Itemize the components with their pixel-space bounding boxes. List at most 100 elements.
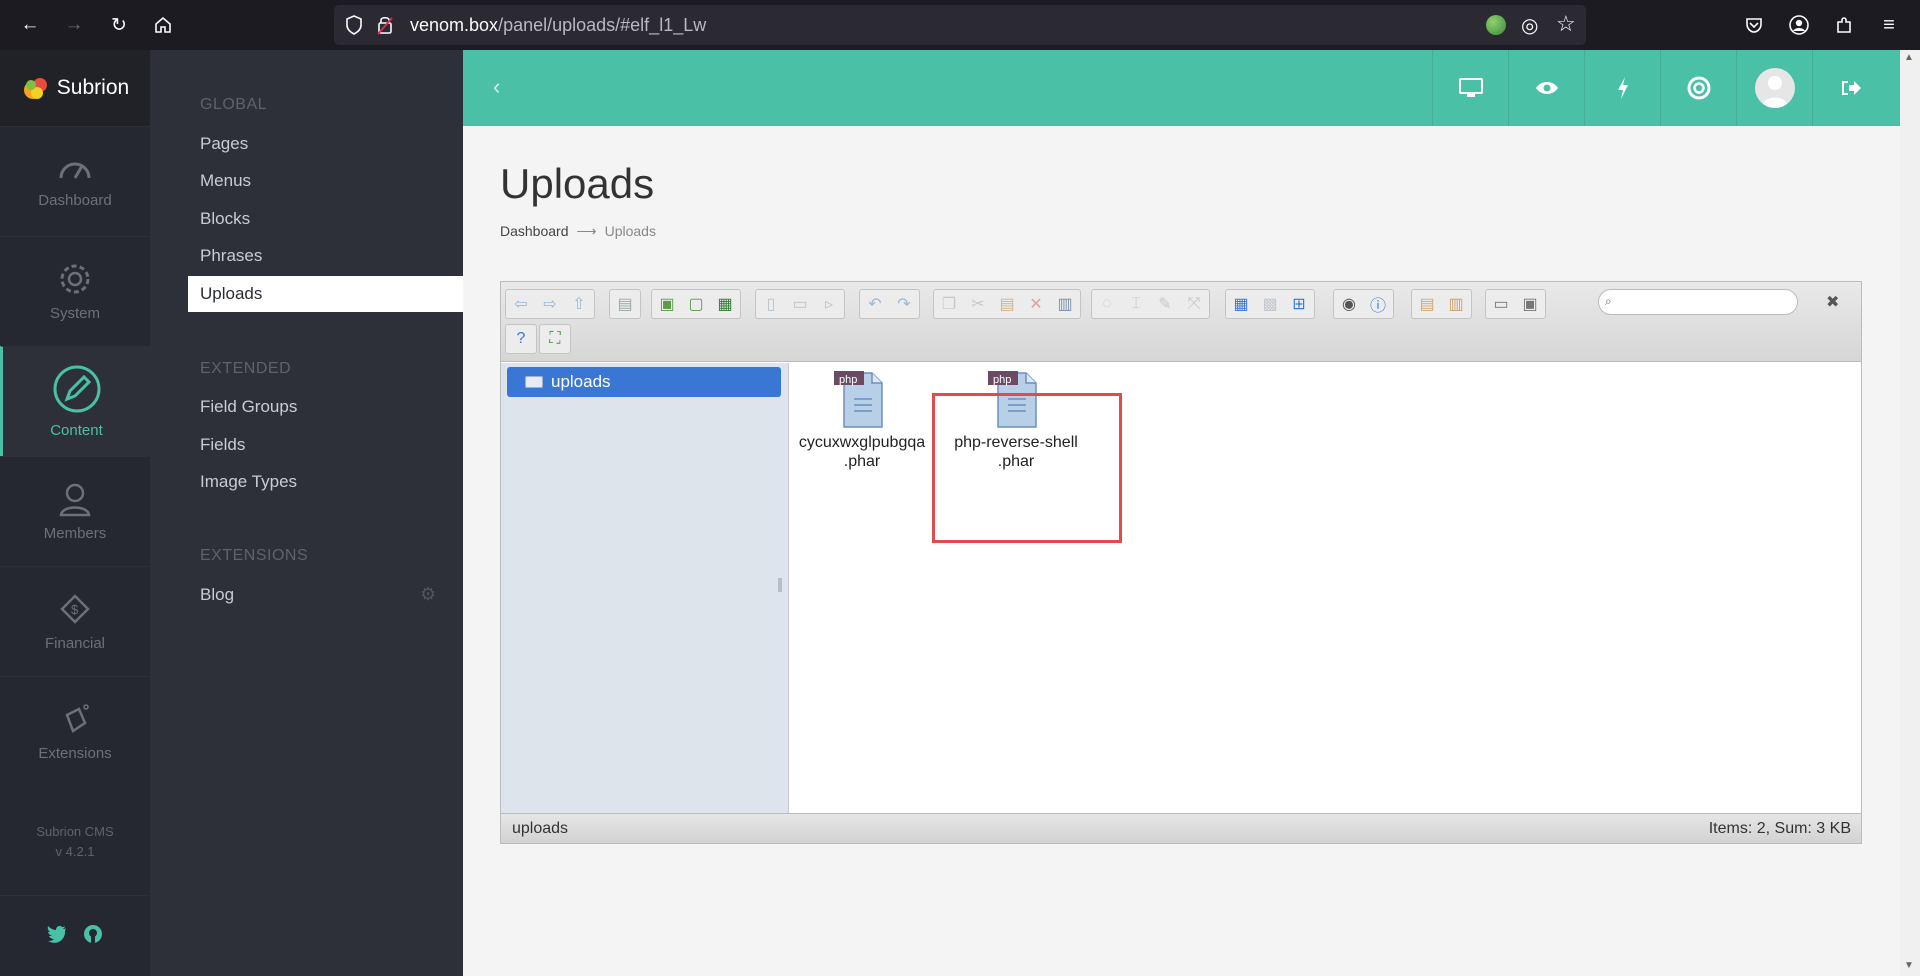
submenu-item-pages[interactable]: Pages [200, 134, 248, 154]
fm-copy-icon[interactable]: ❐ [936, 291, 962, 317]
submenu-item-field-groups[interactable]: Field Groups [200, 397, 297, 417]
tree-folder-uploads[interactable]: uploads [507, 367, 781, 397]
extensions-puzzle-icon[interactable] [1832, 13, 1856, 37]
fm-netmount-icon[interactable]: ▣ [1517, 291, 1543, 317]
fm-resize-icon[interactable]: ⤧ [1181, 291, 1207, 317]
rail-label: Extensions [38, 745, 112, 762]
reload-icon[interactable]: ↻ [106, 12, 132, 38]
search-icon: ⌕ [1605, 294, 1612, 308]
fm-upload-icon[interactable]: ▦ [712, 291, 738, 317]
url-host: venom.box [410, 15, 499, 35]
fm-help-icon[interactable]: ? [508, 326, 534, 352]
fm-open-icon[interactable]: ▯ [758, 291, 784, 317]
url-text: venom.box/panel/uploads/#elf_l1_Lw [410, 15, 706, 36]
account-icon[interactable] [1787, 13, 1811, 37]
tree-resize-handle[interactable] [778, 578, 782, 592]
twitter-icon[interactable] [47, 925, 67, 948]
fm-icons-view-icon[interactable]: ▦ [1228, 291, 1254, 317]
globe-extension-icon[interactable] [1486, 15, 1506, 35]
fm-undo-icon[interactable]: ↶ [862, 291, 888, 317]
php-file-icon: php [832, 369, 892, 429]
fm-extract-icon[interactable]: ▥ [1443, 291, 1469, 317]
fm-delete-icon[interactable]: ✕ [1023, 291, 1049, 317]
forward-icon[interactable]: → [61, 12, 87, 38]
submenu-item-menus[interactable]: Menus [200, 171, 251, 191]
toolbar-group-undo: ↶ ↷ [859, 289, 920, 319]
toolbar-group-tools: ◌ ⌶ ✎ ⤧ [1091, 289, 1210, 319]
rail-item-financial[interactable]: $ Financial [0, 566, 150, 676]
blog-settings-gear-icon[interactable]: ⚙ [420, 584, 436, 605]
pocket-icon[interactable] [1742, 13, 1766, 37]
rail-item-members[interactable]: Members [0, 456, 150, 566]
brand-logo[interactable]: Subrion [0, 50, 150, 126]
fingerprint-icon[interactable]: ◎ [1521, 13, 1538, 38]
fm-download-icon[interactable]: ▭ [787, 291, 813, 317]
fm-back-icon[interactable]: ⇦ [508, 291, 534, 317]
page-scrollbar[interactable]: ▲ ▼ [1900, 50, 1920, 976]
file-name: cycuxwxglpubgqa [798, 434, 926, 451]
fm-fullscreen-icon[interactable]: ⛶ [542, 326, 568, 352]
scroll-up-icon[interactable]: ▲ [1904, 52, 1914, 63]
desktop-icon[interactable] [1432, 50, 1508, 126]
fm-duplicate-icon[interactable]: ◌ [1094, 291, 1120, 317]
fm-getfile-icon[interactable]: ▹ [816, 291, 842, 317]
cms-version-info: Subrion CMS v 4.2.1 [0, 822, 150, 862]
fm-rename-icon[interactable]: ⌶ [1123, 291, 1149, 317]
back-icon[interactable]: ← [17, 12, 43, 38]
browser-toolbar: ← → ↻ venom.box/panel/uploads/#elf_l1_Lw… [0, 0, 1920, 50]
status-summary: Items: 2, Sum: 3 KB [1708, 820, 1851, 837]
fm-forward-icon[interactable]: ⇨ [537, 291, 563, 317]
toolbar-group-archive: ▤ ▥ [1411, 289, 1472, 319]
fm-mkdir-icon[interactable]: ▣ [654, 291, 680, 317]
fm-cut-icon[interactable]: ✂ [965, 291, 991, 317]
lock-insecure-icon[interactable] [376, 14, 394, 41]
fm-reload-icon[interactable]: ▤ [612, 291, 638, 317]
breadcrumb: Dashboard ⟶ Uploads [500, 223, 656, 240]
submenu-item-phrases[interactable]: Phrases [200, 246, 262, 266]
folder-tree: uploads [501, 363, 789, 813]
lifebuoy-icon[interactable] [1660, 50, 1736, 126]
submenu-item-uploads[interactable]: Uploads [188, 276, 463, 312]
fm-archive-icon[interactable]: ▤ [1414, 291, 1440, 317]
bookmark-star-icon[interactable]: ☆ [1556, 11, 1576, 37]
pencil-icon [53, 365, 100, 413]
eye-icon[interactable] [1508, 50, 1584, 126]
fm-preview-eye-icon[interactable]: ◉ [1336, 291, 1362, 317]
home-icon[interactable] [150, 12, 176, 38]
fm-redo-icon[interactable]: ↷ [891, 291, 917, 317]
submenu-item-blocks[interactable]: Blocks [200, 209, 250, 229]
fm-mkfile-icon[interactable]: ▢ [683, 291, 709, 317]
breadcrumb-dashboard-link[interactable]: Dashboard [500, 223, 569, 239]
fm-paste-icon[interactable]: ▤ [994, 291, 1020, 317]
fm-places-icon[interactable]: ▭ [1488, 291, 1514, 317]
fm-list-view-icon[interactable]: ▩ [1257, 291, 1283, 317]
fm-edit-icon[interactable]: ✎ [1152, 291, 1178, 317]
scroll-down-icon[interactable]: ▼ [1904, 960, 1914, 971]
status-path: uploads [512, 820, 569, 837]
logout-icon[interactable] [1812, 50, 1888, 126]
collapse-sidebar-chevron-icon[interactable]: ‹ [493, 74, 500, 100]
rail-label: Content [50, 422, 103, 439]
rail-item-extensions[interactable]: Extensions [0, 676, 150, 786]
file-item[interactable]: php cycuxwxglpubgqa .phar [792, 369, 932, 471]
fm-search-input[interactable]: ⌕ [1598, 289, 1798, 315]
submenu-item-fields[interactable]: Fields [200, 435, 245, 455]
fm-close-icon[interactable]: ✖ [1826, 292, 1839, 312]
github-icon[interactable] [83, 924, 103, 949]
social-links [0, 895, 150, 976]
rail-item-content[interactable]: Content [0, 346, 150, 456]
shield-icon[interactable] [344, 14, 364, 41]
avatar-icon [1754, 68, 1795, 108]
fm-select-all-icon[interactable]: ⊞ [1286, 291, 1312, 317]
hamburger-menu-icon[interactable]: ≡ [1877, 13, 1901, 37]
submenu-item-blog[interactable]: Blog [200, 585, 234, 605]
lightning-icon[interactable] [1584, 50, 1660, 126]
submenu-item-image-types[interactable]: Image Types [200, 472, 297, 492]
rail-item-dashboard[interactable]: Dashboard [0, 126, 150, 236]
rail-item-system[interactable]: System [0, 236, 150, 346]
fm-up-icon[interactable]: ⇧ [566, 291, 592, 317]
fm-empty-icon[interactable]: ▥ [1052, 291, 1078, 317]
url-bar[interactable]: venom.box/panel/uploads/#elf_l1_Lw ◎ ☆ [334, 5, 1586, 45]
user-avatar[interactable] [1736, 50, 1812, 126]
fm-info-icon[interactable]: ⓘ [1365, 291, 1391, 317]
